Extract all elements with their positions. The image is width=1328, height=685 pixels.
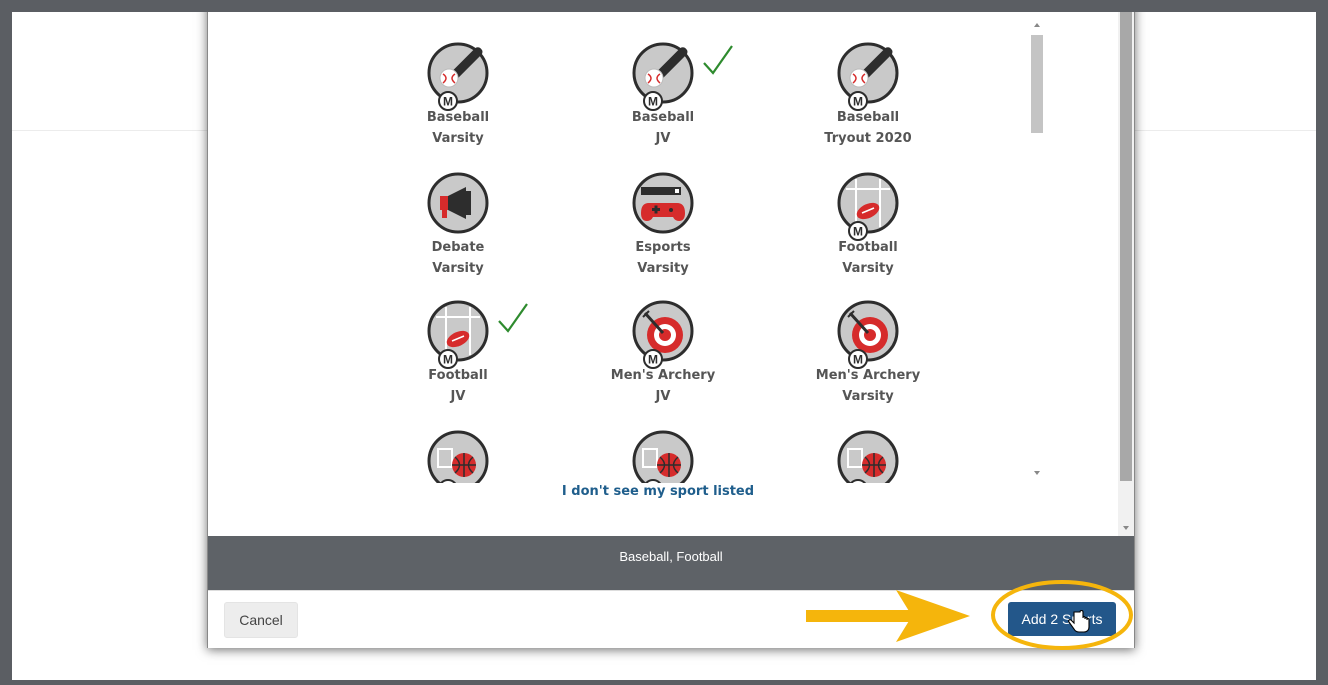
page-background: M Baseball Varsity M Baseball JV M Baseball Tr…: [12, 12, 1316, 680]
baseball-icon: M: [837, 42, 899, 111]
sport-icon-wrap: M: [631, 41, 733, 111]
cancel-button[interactable]: Cancel: [224, 602, 298, 638]
m-badge-icon: M: [848, 221, 868, 241]
sport-option[interactable]: M Baseball Varsity: [368, 41, 548, 149]
sports-grid: M Baseball Varsity M Baseball JV M Baseball Tr…: [208, 12, 1038, 483]
gamepad-icon: [632, 172, 694, 234]
baseball-icon: M: [632, 42, 694, 111]
sport-icon-wrap: M: [836, 171, 900, 241]
sport-option[interactable]: M Football Varsity: [778, 171, 958, 279]
sports-list-scrollbar[interactable]: [1026, 15, 1046, 483]
sport-icon-wrap: M: [426, 41, 490, 111]
selected-sports-bar: Baseball, Football: [208, 536, 1134, 590]
m-badge-letter: M: [853, 483, 863, 484]
m-badge-letter: M: [648, 95, 658, 109]
add-sports-button[interactable]: Add 2 Sports: [1008, 602, 1116, 636]
m-badge-letter: M: [443, 483, 453, 484]
m-badge-letter: M: [648, 483, 658, 484]
m-badge-icon: M: [643, 349, 663, 369]
sport-option[interactable]: M: [368, 429, 548, 483]
sport-icon-wrap: [426, 171, 490, 235]
m-badge-icon: M: [438, 91, 458, 111]
football-icon: M: [837, 172, 899, 241]
sport-icon-wrap: M: [836, 299, 900, 369]
sport-option[interactable]: Esports Varsity: [573, 171, 753, 279]
sport-level: Varsity: [432, 131, 484, 146]
sport-selection-modal: M Baseball Varsity M Baseball JV M Baseball Tr…: [207, 12, 1135, 648]
modal-scrollbar[interactable]: [1118, 12, 1134, 536]
sport-icon-wrap: M: [631, 429, 695, 483]
sport-option[interactable]: Debate Varsity: [368, 171, 548, 279]
sport-option[interactable]: M Baseball JV: [573, 41, 753, 149]
basketball-icon: M: [632, 430, 694, 484]
m-badge-letter: M: [853, 225, 863, 239]
sport-icon-wrap: M: [631, 299, 695, 369]
sport-level: JV: [450, 389, 466, 404]
sport-option[interactable]: M: [573, 429, 753, 483]
sport-option[interactable]: M Football JV: [368, 299, 548, 407]
scrollbar-thumb[interactable]: [1031, 35, 1043, 133]
sport-level: Varsity: [432, 261, 484, 276]
megaphone-icon: [427, 172, 489, 234]
scroll-up-arrow-icon[interactable]: [1034, 23, 1040, 27]
basketball-icon: M: [837, 430, 899, 484]
checkmark-icon: [498, 303, 528, 333]
sport-option[interactable]: M Men's Archery JV: [573, 299, 753, 407]
sport-option[interactable]: M Men's Archery Varsity: [778, 299, 958, 407]
m-badge-icon: M: [438, 349, 458, 369]
sport-icon-wrap: M: [836, 41, 900, 111]
missing-sport-link[interactable]: I don't see my sport listed: [543, 484, 773, 499]
basketball-icon: M: [427, 430, 489, 484]
m-badge-letter: M: [648, 353, 658, 367]
m-badge-letter: M: [853, 353, 863, 367]
modal-content: M Baseball Varsity M Baseball JV M Baseball Tr…: [208, 12, 1134, 536]
sport-level: Varsity: [637, 261, 689, 276]
modal-scroll-down-arrow-icon[interactable]: [1123, 526, 1129, 530]
m-badge-icon: M: [643, 91, 663, 111]
selected-sports-summary: Baseball, Football: [619, 549, 723, 564]
football-icon: M: [427, 300, 489, 369]
m-badge-icon: M: [848, 91, 868, 111]
sport-icon-wrap: M: [426, 429, 490, 483]
m-badge-letter: M: [853, 95, 863, 109]
sport-option[interactable]: M: [778, 429, 958, 483]
m-badge-letter: M: [443, 95, 453, 109]
archery-icon: M: [632, 300, 694, 369]
sport-icon-wrap: [631, 171, 695, 235]
scroll-down-arrow-icon[interactable]: [1034, 471, 1040, 475]
sport-level: JV: [655, 131, 671, 146]
m-badge-icon: M: [848, 349, 868, 369]
baseball-icon: M: [427, 42, 489, 111]
sport-option[interactable]: M Baseball Tryout 2020: [778, 41, 958, 149]
m-badge-letter: M: [443, 353, 453, 367]
archery-icon: M: [837, 300, 899, 369]
sport-level: JV: [655, 389, 671, 404]
modal-footer: Cancel Add 2 Sports: [208, 590, 1134, 648]
sport-icon-wrap: M: [426, 299, 528, 369]
sport-level: Tryout 2020: [824, 131, 912, 146]
sport-level: Varsity: [842, 389, 894, 404]
sport-icon-wrap: M: [836, 429, 900, 483]
modal-scrollbar-thumb[interactable]: [1120, 12, 1132, 481]
sport-level: Varsity: [842, 261, 894, 276]
checkmark-icon: [703, 45, 733, 75]
